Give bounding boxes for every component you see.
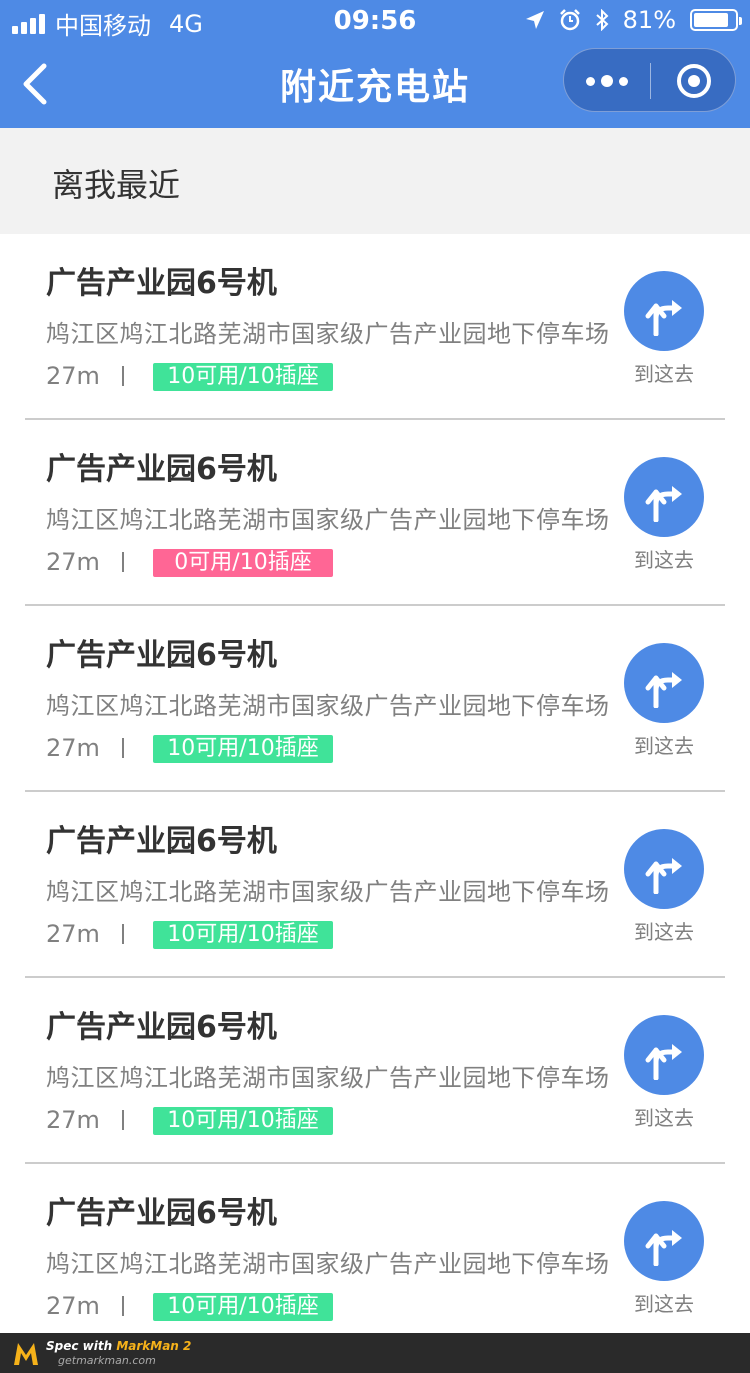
station-item[interactable]: 广告产业园6号机 鸠江区鸠江北路芜湖市国家级广告产业园地下停车场 27m 10可… xyxy=(0,234,750,420)
separator-bar xyxy=(122,1110,124,1130)
availability-badge: 10可用/10插座 xyxy=(153,735,333,763)
turn-right-arrow-icon xyxy=(645,1230,682,1266)
turn-right-arrow-icon xyxy=(645,300,682,336)
navigate-label[interactable]: 到这去 xyxy=(604,730,724,759)
target-circle-icon xyxy=(677,64,711,98)
alarm-clock-icon xyxy=(559,9,580,31)
more-options-button[interactable] xyxy=(564,49,650,113)
station-address: 鸠江区鸠江北路芜湖市国家级广告产业园地下停车场 xyxy=(46,692,610,720)
availability-badge: 10可用/10插座 xyxy=(153,1107,333,1135)
navigate-label[interactable]: 到这去 xyxy=(604,358,724,387)
turn-right-arrow-icon xyxy=(645,486,682,522)
status-bar: 中国移动 4G 09:56 81% xyxy=(0,0,750,40)
station-distance: 27m xyxy=(46,920,100,948)
availability-badge: 0可用/10插座 xyxy=(153,549,333,577)
station-item[interactable]: 广告产业园6号机 鸠江区鸠江北路芜湖市国家级广告产业园地下停车场 27m 0可用… xyxy=(0,420,750,606)
station-name: 广告产业园6号机 xyxy=(46,824,277,859)
section-header: 离我最近 xyxy=(0,128,750,234)
navigate-button[interactable] xyxy=(624,457,704,537)
separator-bar xyxy=(122,366,124,386)
navigate-label[interactable]: 到这去 xyxy=(604,544,724,573)
station-name: 广告产业园6号机 xyxy=(46,452,277,487)
navigate-button[interactable] xyxy=(624,1015,704,1095)
separator-bar xyxy=(122,1296,124,1316)
mini-program-capsule xyxy=(563,48,736,112)
dot xyxy=(586,76,595,86)
station-address: 鸠江区鸠江北路芜湖市国家级广告产业园地下停车场 xyxy=(46,506,610,534)
navigate-button[interactable] xyxy=(624,829,704,909)
navigate-label[interactable]: 到这去 xyxy=(604,916,724,945)
station-address: 鸠江区鸠江北路芜湖市国家级广告产业园地下停车场 xyxy=(46,878,610,906)
location-arrow-icon xyxy=(525,11,544,29)
separator-bar xyxy=(122,738,124,758)
availability-badge: 10可用/10插座 xyxy=(153,921,333,949)
station-distance: 27m xyxy=(46,1106,100,1134)
dot xyxy=(601,75,613,87)
station-address: 鸠江区鸠江北路芜湖市国家级广告产业园地下停车场 xyxy=(46,1064,610,1092)
station-distance: 27m xyxy=(46,362,100,390)
status-right: 81% xyxy=(525,6,742,34)
battery-icon xyxy=(690,9,742,31)
station-item[interactable]: 广告产业园6号机 鸠江区鸠江北路芜湖市国家级广告产业园地下停车场 27m 10可… xyxy=(0,978,750,1164)
station-item[interactable]: 广告产业园6号机 鸠江区鸠江北路芜湖市国家级广告产业园地下停车场 27m 10可… xyxy=(0,606,750,792)
station-name: 广告产业园6号机 xyxy=(46,1010,277,1045)
separator-bar xyxy=(122,924,124,944)
station-item[interactable]: 广告产业园6号机 鸠江区鸠江北路芜湖市国家级广告产业园地下停车场 27m 10可… xyxy=(0,1164,750,1350)
turn-right-arrow-icon xyxy=(645,1044,682,1080)
markman-footer: Spec with MarkMan 2 getmarkman.com xyxy=(0,1333,750,1373)
dot xyxy=(619,76,628,86)
turn-right-arrow-icon xyxy=(645,858,682,894)
section-title: 离我最近 xyxy=(52,166,181,204)
battery-fill xyxy=(694,13,728,27)
navigate-label[interactable]: 到这去 xyxy=(604,1102,724,1131)
separator-bar xyxy=(122,552,124,572)
station-name: 广告产业园6号机 xyxy=(46,1196,277,1231)
close-mini-program-button[interactable] xyxy=(651,49,737,113)
footer-url: getmarkman.com xyxy=(58,1354,156,1367)
navigate-button[interactable] xyxy=(624,1201,704,1281)
station-list: 广告产业园6号机 鸠江区鸠江北路芜湖市国家级广告产业园地下停车场 27m 10可… xyxy=(0,234,750,1350)
navigate-label[interactable]: 到这去 xyxy=(604,1288,724,1317)
phone-screen: 中国移动 4G 09:56 81% 附近充电站 离我最近 广告产业园6号机 鸠江… xyxy=(0,0,750,1373)
station-distance: 27m xyxy=(46,1292,100,1320)
turn-right-arrow-icon xyxy=(645,672,682,708)
navigate-button[interactable] xyxy=(624,271,704,351)
footer-spec-text: Spec with MarkMan 2 xyxy=(46,1339,192,1353)
navigate-button[interactable] xyxy=(624,643,704,723)
station-name: 广告产业园6号机 xyxy=(46,266,277,301)
bluetooth-icon xyxy=(595,9,609,31)
station-distance: 27m xyxy=(46,548,100,576)
station-distance: 27m xyxy=(46,734,100,762)
app-header: 中国移动 4G 09:56 81% 附近充电站 xyxy=(0,0,750,128)
markman-logo-icon xyxy=(14,1343,38,1365)
battery-percent: 81% xyxy=(622,6,676,34)
availability-badge: 10可用/10插座 xyxy=(153,363,333,391)
station-address: 鸠江区鸠江北路芜湖市国家级广告产业园地下停车场 xyxy=(46,1250,610,1278)
station-name: 广告产业园6号机 xyxy=(46,638,277,673)
station-item[interactable]: 广告产业园6号机 鸠江区鸠江北路芜湖市国家级广告产业园地下停车场 27m 10可… xyxy=(0,792,750,978)
station-address: 鸠江区鸠江北路芜湖市国家级广告产业园地下停车场 xyxy=(46,320,610,348)
availability-badge: 10可用/10插座 xyxy=(153,1293,333,1321)
